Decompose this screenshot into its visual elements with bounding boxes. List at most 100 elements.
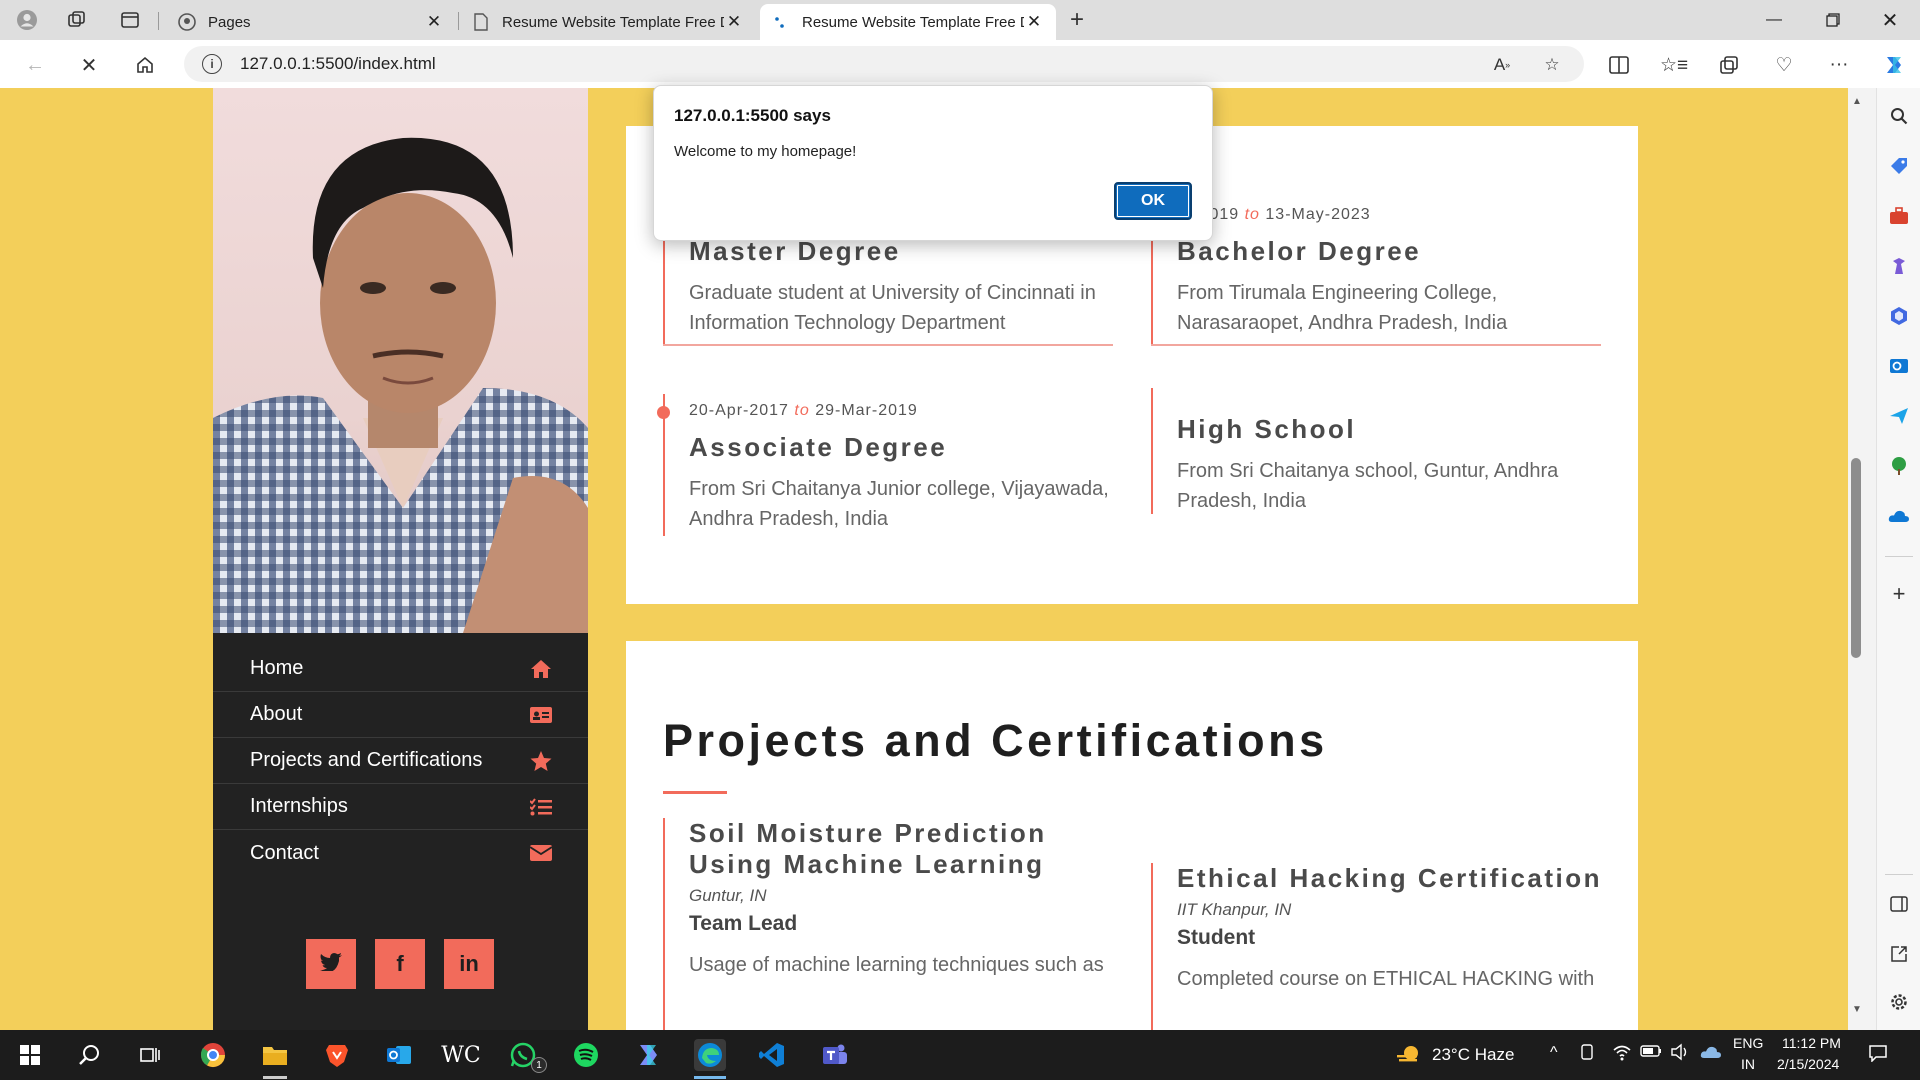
- scrollbar-thumb[interactable]: [1851, 458, 1861, 658]
- project-title: Ethical Hacking Certification: [1177, 863, 1603, 893]
- weather-icon[interactable]: [1393, 1039, 1425, 1071]
- project-item-soil-moisture: Soil Moisture Prediction Using Machine L…: [663, 818, 1123, 1030]
- more-menu-icon[interactable]: ···: [1824, 50, 1854, 80]
- vscode-icon[interactable]: [756, 1039, 788, 1071]
- open-external-icon[interactable]: [1887, 942, 1911, 966]
- workspaces-icon[interactable]: [64, 7, 90, 33]
- edge-sidebar: +: [1876, 88, 1920, 1030]
- games-icon[interactable]: [1887, 254, 1911, 278]
- tools-briefcase-icon[interactable]: [1887, 204, 1911, 228]
- date-separator: to: [1244, 206, 1260, 223]
- notifications-icon[interactable]: [1868, 1044, 1888, 1066]
- send-icon[interactable]: [1887, 404, 1911, 428]
- windows-start-icon[interactable]: [14, 1039, 46, 1071]
- education-date: 20-Apr-2017 to 29-Mar-2019: [689, 402, 918, 420]
- facebook-button[interactable]: f: [375, 939, 425, 989]
- wifi-icon[interactable]: [1612, 1043, 1632, 1065]
- weather-text[interactable]: 23°C Haze: [1432, 1045, 1514, 1065]
- search-taskbar-icon[interactable]: [74, 1039, 106, 1071]
- spotify-icon[interactable]: [570, 1039, 602, 1071]
- envelope-icon: [530, 843, 552, 863]
- favorites-icon[interactable]: ☆≡: [1659, 50, 1689, 80]
- language-bottom[interactable]: IN: [1741, 1056, 1755, 1072]
- language-top[interactable]: ENG: [1733, 1035, 1763, 1051]
- battery-icon[interactable]: [1640, 1044, 1662, 1062]
- device-icon[interactable]: [1580, 1043, 1594, 1065]
- sidebar-menu: Home About Projects and Certifications I…: [213, 646, 588, 876]
- hide-sidebar-icon[interactable]: [1887, 892, 1911, 916]
- education-item-associate: 20-Apr-2017 to 29-Mar-2019 Associate Deg…: [657, 394, 1113, 536]
- copilot-taskbar-icon[interactable]: [632, 1039, 664, 1071]
- microsoft-365-icon[interactable]: [1887, 304, 1911, 328]
- restore-icon[interactable]: [1805, 0, 1861, 40]
- onedrive-icon[interactable]: [1887, 504, 1911, 528]
- copilot-icon[interactable]: [1879, 50, 1909, 80]
- search-icon[interactable]: [1887, 104, 1911, 128]
- url-field[interactable]: i 127.0.0.1:5500/index.html A» ☆: [184, 46, 1584, 82]
- tree-icon[interactable]: [1887, 454, 1911, 478]
- tab-pages[interactable]: Pages ✕: [166, 4, 456, 40]
- outlook-icon[interactable]: [1887, 354, 1911, 378]
- section-title: Projects and Certifications: [663, 715, 1328, 766]
- sidebar-item-contact[interactable]: Contact: [213, 830, 588, 876]
- settings-gear-icon[interactable]: [1887, 990, 1911, 1014]
- projects-card: Projects and Certifications Soil Moistur…: [626, 641, 1638, 1030]
- project-location: Guntur, IN: [689, 886, 767, 905]
- linkedin-icon: in: [459, 951, 479, 976]
- twitter-button[interactable]: [306, 939, 356, 989]
- alert-message: Welcome to my homepage!: [674, 143, 857, 160]
- url-text: 127.0.0.1:5500/index.html: [240, 54, 436, 73]
- add-sidebar-app-icon[interactable]: +: [1887, 581, 1911, 606]
- profile-icon[interactable]: [14, 7, 40, 33]
- split-screen-icon[interactable]: [1604, 50, 1634, 80]
- favorite-star-icon[interactable]: ☆: [1540, 53, 1564, 77]
- read-aloud-icon[interactable]: A»: [1490, 53, 1514, 77]
- ok-button[interactable]: OK: [1114, 182, 1192, 220]
- tab-resume-active[interactable]: Resume Website Template Free D ✕: [760, 4, 1056, 40]
- show-hidden-icons[interactable]: ^: [1550, 1044, 1558, 1062]
- onedrive-tray-icon[interactable]: [1700, 1044, 1722, 1064]
- chrome-icon[interactable]: [197, 1039, 229, 1071]
- task-view-icon[interactable]: [134, 1039, 166, 1071]
- shopping-tag-icon[interactable]: [1887, 154, 1911, 178]
- sidebar-item-label: Contact: [250, 841, 319, 864]
- project-role: Student: [1177, 926, 1256, 949]
- whatsapp-icon[interactable]: 1: [507, 1039, 547, 1073]
- teams-icon[interactable]: [818, 1039, 850, 1071]
- sidebar-item-label: Home: [250, 657, 304, 679]
- file-explorer-icon[interactable]: [259, 1039, 291, 1071]
- scroll-up-icon[interactable]: ▲: [1851, 96, 1863, 107]
- checklist-icon: [530, 797, 552, 817]
- brave-icon[interactable]: [321, 1039, 353, 1071]
- clock-date[interactable]: 2/15/2024: [1777, 1056, 1839, 1072]
- project-title-line-2: Using Machine Learning: [689, 849, 1045, 879]
- home-browser-icon[interactable]: [130, 50, 160, 80]
- outlook-taskbar-icon[interactable]: [383, 1039, 415, 1071]
- volume-icon[interactable]: [1670, 1043, 1690, 1065]
- browser-essentials-icon[interactable]: ♡: [1769, 50, 1799, 80]
- sidebar-item-projects[interactable]: Projects and Certifications: [213, 738, 588, 784]
- sidebar-item-about[interactable]: About: [213, 692, 588, 738]
- profile-photo: [213, 88, 588, 633]
- collections-icon[interactable]: [1714, 50, 1744, 80]
- tab-resume-1[interactable]: Resume Website Template Free D ✕: [460, 4, 756, 40]
- linkedin-button[interactable]: in: [444, 939, 494, 989]
- wc-app-icon[interactable]: WC: [441, 1039, 480, 1071]
- stop-loading-icon[interactable]: ✕: [74, 50, 104, 80]
- windows-taskbar: WC 1 23°C Haze ^ ENG IN 11:12 PM 2/15/20…: [0, 1030, 1920, 1080]
- close-icon[interactable]: ✕: [1024, 12, 1044, 32]
- edge-taskbar-icon[interactable]: [694, 1039, 726, 1071]
- close-icon[interactable]: ✕: [724, 12, 744, 32]
- minimize-icon[interactable]: —: [1746, 0, 1802, 40]
- scroll-down-icon[interactable]: ▼: [1851, 1004, 1863, 1015]
- site-info-icon[interactable]: i: [202, 54, 222, 74]
- close-window-icon[interactable]: ✕: [1862, 0, 1918, 40]
- sidebar-item-home[interactable]: Home: [213, 646, 588, 692]
- tab-actions-icon[interactable]: [117, 7, 143, 33]
- close-icon[interactable]: ✕: [424, 12, 444, 32]
- new-tab-icon[interactable]: +: [1064, 6, 1090, 33]
- back-icon[interactable]: ←: [20, 50, 50, 80]
- clock-time[interactable]: 11:12 PM: [1782, 1035, 1841, 1051]
- sidebar-item-internships[interactable]: Internships: [213, 784, 588, 830]
- project-role: Team Lead: [689, 912, 798, 935]
